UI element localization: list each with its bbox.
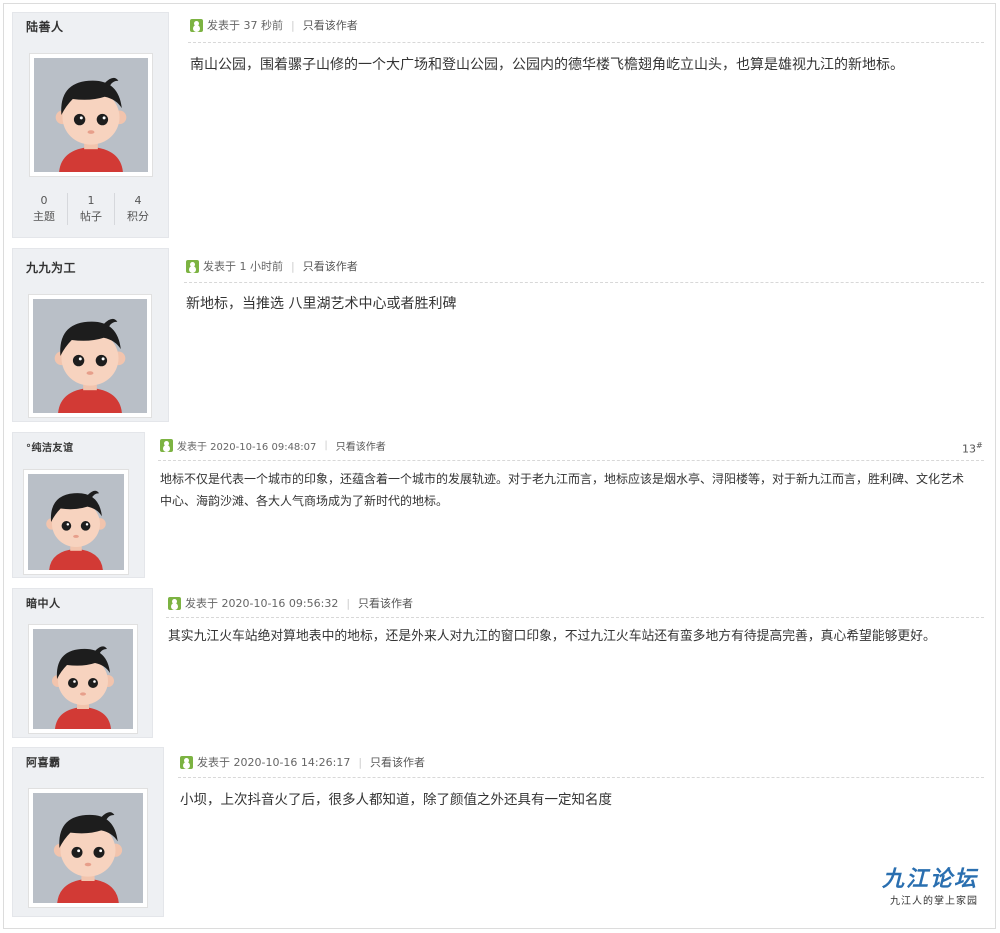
avatar-image (34, 58, 148, 172)
stat-points[interactable]: 4 积分 (114, 193, 161, 225)
post-time: 发表于 1 小时前 (203, 260, 283, 273)
post-meta: 发表于 2020-10-16 09:56:32 | 只看该作者 (168, 595, 413, 611)
online-icon (168, 596, 181, 610)
stat-label: 主题 (33, 210, 55, 223)
divider (158, 460, 984, 461)
avatar[interactable] (23, 469, 129, 575)
floor-number[interactable]: 13# (962, 441, 983, 456)
avatar[interactable] (29, 53, 153, 177)
floor-suffix: # (976, 441, 983, 450)
divider (184, 282, 984, 283)
forum-slogan: 九江人的掌上家园 (890, 896, 978, 907)
forum-logo: 九江论坛 (881, 866, 978, 892)
online-icon (190, 18, 203, 32)
avatar[interactable] (28, 294, 152, 418)
post-content: 新地标，当推选 八里湖艺术中心或者胜利碑 (186, 296, 457, 312)
forum-watermark: 九江论坛 九江人的掌上家园 (882, 866, 978, 907)
post-content: 南山公园，围着骡子山修的一个大广场和登山公园，公园内的德华楼飞檐翅角屹立山头，也… (190, 57, 904, 73)
avatar-image (33, 629, 133, 729)
only-author-link[interactable]: 只看该作者 (358, 595, 413, 611)
divider (166, 617, 984, 618)
post-time: 发表于 2020-10-16 09:56:32 (185, 597, 339, 610)
stat-value: 1 (87, 194, 95, 207)
avatar[interactable] (28, 788, 148, 908)
author-name[interactable]: °纯洁友谊 (26, 439, 74, 454)
only-author-link[interactable]: 只看该作者 (303, 17, 358, 33)
post-meta: 发表于 1 小时前 | 只看该作者 (186, 258, 358, 274)
online-icon (180, 755, 193, 769)
post-content: 小坝，上次抖音火了后，很多人都知道，除了颜值之外还具有一定知名度 (180, 792, 612, 808)
avatar-image (33, 299, 147, 413)
stat-value: 0 (40, 194, 48, 207)
post-time: 发表于 2020-10-16 14:26:17 (197, 756, 351, 769)
post-meta: 发表于 37 秒前 | 只看该作者 (190, 17, 358, 33)
author-stats: 0 主题 1 帖子 4 积分 (21, 193, 161, 225)
post-content: 地标不仅是代表一个城市的印象，还蕴含着一个城市的发展轨迹。对于老九江而言，地标应… (160, 472, 965, 508)
post-time: 发表于 37 秒前 (207, 19, 283, 32)
separator: | (324, 440, 328, 451)
author-name[interactable]: 九九为工 (26, 259, 76, 276)
post-time: 发表于 2020-10-16 09:48:07 (177, 442, 317, 453)
divider (188, 42, 984, 43)
online-icon (186, 259, 199, 273)
post-content: 其实九江火车站绝对算地表中的地标，还是外来人对九江的窗口印象，不过九江火车站还有… (168, 629, 936, 644)
only-author-link[interactable]: 只看该作者 (303, 258, 358, 274)
stat-topics[interactable]: 0 主题 (21, 193, 67, 225)
separator: | (358, 755, 363, 769)
avatar-image (28, 474, 124, 570)
stat-posts[interactable]: 1 帖子 (67, 193, 114, 225)
stat-label: 帖子 (80, 210, 102, 223)
separator: | (291, 259, 295, 273)
post-meta: 发表于 2020-10-16 09:48:07 | 只看该作者 (160, 438, 386, 453)
only-author-link[interactable]: 只看该作者 (336, 438, 386, 453)
online-icon (160, 439, 173, 452)
separator: | (291, 18, 295, 32)
author-name[interactable]: 陆善人 (26, 18, 64, 35)
avatar[interactable] (28, 624, 138, 734)
only-author-link[interactable]: 只看该作者 (370, 754, 425, 770)
author-name[interactable]: 阿喜霸 (26, 754, 61, 770)
avatar-image (33, 793, 143, 903)
floor-value: 13 (962, 442, 976, 456)
separator: | (346, 596, 351, 610)
stat-value: 4 (134, 194, 142, 207)
author-name[interactable]: 暗中人 (26, 595, 61, 611)
stat-label: 积分 (127, 210, 149, 223)
divider (178, 777, 984, 778)
post-meta: 发表于 2020-10-16 14:26:17 | 只看该作者 (180, 754, 425, 770)
